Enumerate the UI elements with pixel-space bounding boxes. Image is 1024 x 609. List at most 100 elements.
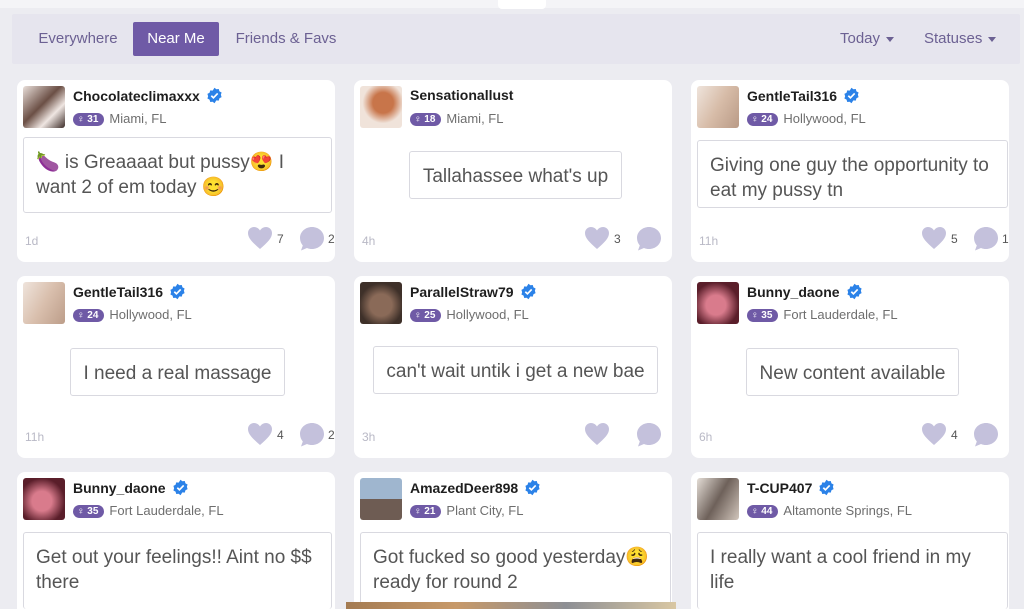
post-card[interactable]: T-CUP407 ♀ 44 Altamonte Springs, FL I rea… [691,472,1009,609]
tab-near-me[interactable]: Near Me [133,22,219,56]
verified-badge-icon [172,479,188,496]
avatar[interactable] [697,282,739,324]
status-message[interactable]: can't wait untik i get a new bae [373,346,658,394]
comment-bubble-icon [637,227,661,251]
username-text: GentleTail316 [73,284,164,300]
like-button[interactable]: 7 [247,226,287,252]
time-dropdown[interactable]: Today [840,22,895,56]
status-message[interactable]: I need a real massage [70,348,285,396]
comment-bubble-icon [974,227,998,251]
like-count: 3 [614,232,621,246]
post-card[interactable]: GentleTail316 ♀ 24 Hollywood, FL I need a… [17,276,335,458]
like-button[interactable] [584,422,624,448]
post-card[interactable]: ParallelStraw79 ♀ 25 Hollywood, FL can't … [354,276,672,458]
tab-friends-favs[interactable]: Friends & Favs [227,22,345,56]
location: Miami, FL [446,111,504,126]
like-count: 7 [277,232,284,246]
username-link[interactable]: AmazedDeer898 [410,479,541,496]
like-button[interactable]: 4 [921,422,961,448]
comment-button[interactable] [636,226,676,252]
comment-count: 2 [328,232,335,246]
age-badge: ♀ 35 [73,505,105,518]
post-actions: 7 2 [247,226,335,252]
like-count: 5 [951,232,958,246]
username-text: AmazedDeer898 [410,480,519,496]
heart-icon [585,227,609,249]
user-meta: ♀ 24 Hollywood, FL [73,307,192,322]
user-meta: ♀ 21 Plant City, FL [410,503,523,518]
comment-button[interactable] [973,422,1013,448]
username-link[interactable]: Chocolateclimaxxx [73,87,223,104]
username-text: T-CUP407 [747,480,813,496]
age-badge: ♀ 21 [410,505,442,518]
heart-icon [585,423,609,445]
post-card[interactable]: AmazedDeer898 ♀ 21 Plant City, FL Got fuc… [354,472,672,609]
status-message[interactable]: Giving one guy the opportunity to eat my… [697,140,1008,208]
comment-button[interactable] [636,422,676,448]
username-link[interactable]: ParallelStraw79 [410,283,537,300]
status-message[interactable]: Get out your feelings!! Aint no $$ there [23,532,332,609]
age-badge: ♀ 25 [410,309,442,322]
status-message[interactable]: Tallahassee what's up [409,151,622,199]
user-meta: ♀ 24 Hollywood, FL [747,111,866,126]
post-actions: 5 1 [921,226,1009,252]
username-link[interactable]: T-CUP407 [747,479,835,496]
status-message[interactable]: I really want a cool friend in my life [697,532,1008,609]
avatar[interactable] [23,478,65,520]
heart-icon [248,227,272,249]
post-card[interactable]: Bunny_daone ♀ 35 Fort Lauderdale, FL New … [691,276,1009,458]
location: Plant City, FL [446,503,524,518]
post-card[interactable]: Bunny_daone ♀ 35 Fort Lauderdale, FL Get … [17,472,335,609]
username-link[interactable]: Bunny_daone [73,479,189,496]
filter-bar: Everywhere Near Me Friends & Favs Today … [12,14,1020,64]
comment-button[interactable]: 1 [973,226,1013,252]
heart-icon [248,423,272,445]
age-badge: ♀ 35 [747,309,779,322]
avatar[interactable] [697,478,739,520]
user-meta: ♀ 25 Hollywood, FL [410,307,529,322]
username-text: ParallelStraw79 [410,284,514,300]
drawer-handle[interactable] [498,0,546,9]
post-time: 3h [362,430,376,444]
avatar[interactable] [23,86,65,128]
avatar[interactable] [697,86,739,128]
avatar[interactable] [360,86,402,128]
location: Fort Lauderdale, FL [109,503,224,518]
tab-everywhere[interactable]: Everywhere [26,22,130,56]
username-text: Bunny_daone [73,480,166,496]
post-actions: 4 2 [247,422,335,448]
post-card[interactable]: Chocolateclimaxxx ♀ 31 Miami, FL 🍆 is Gre… [17,80,335,262]
username-link[interactable]: GentleTail316 [73,283,186,300]
user-meta: ♀ 35 Fort Lauderdale, FL [73,503,224,518]
age-badge: ♀ 31 [73,113,105,126]
username-text: Sensationallust [410,87,514,103]
user-meta: ♀ 35 Fort Lauderdale, FL [747,307,898,322]
chevron-down-icon [886,36,895,42]
like-button[interactable]: 5 [921,226,961,252]
media-preview[interactable] [346,602,676,609]
location: Altamonte Springs, FL [783,503,913,518]
username-link[interactable]: Bunny_daone [747,283,863,300]
post-card[interactable]: Sensationallust ♀ 18 Miami, FL Tallahasse… [354,80,672,262]
comment-count: 1 [1002,232,1009,246]
location: Fort Lauderdale, FL [783,307,898,322]
statuses-dropdown[interactable]: Statuses [924,22,997,56]
username-link[interactable]: Sensationallust [410,87,513,103]
post-card[interactable]: GentleTail316 ♀ 24 Hollywood, FL Giving o… [691,80,1009,262]
status-message[interactable]: New content available [746,348,959,396]
age-badge: ♀ 44 [747,505,779,518]
comment-button[interactable]: 2 [299,422,339,448]
status-message[interactable]: Got fucked so good yesterday😩 ready for … [360,532,671,609]
verified-badge-icon [819,479,834,496]
comment-button[interactable]: 2 [299,226,339,252]
like-button[interactable]: 3 [584,226,624,252]
avatar[interactable] [360,478,402,520]
time-dropdown-label: Today [840,30,881,47]
like-button[interactable]: 4 [247,422,287,448]
comment-bubble-icon [974,423,998,447]
verified-badge-icon [207,87,222,104]
avatar[interactable] [23,282,65,324]
username-link[interactable]: GentleTail316 [747,87,860,104]
avatar[interactable] [360,282,402,324]
status-message[interactable]: 🍆 is Greaaaat but pussy😍 I want 2 of em … [23,137,332,213]
